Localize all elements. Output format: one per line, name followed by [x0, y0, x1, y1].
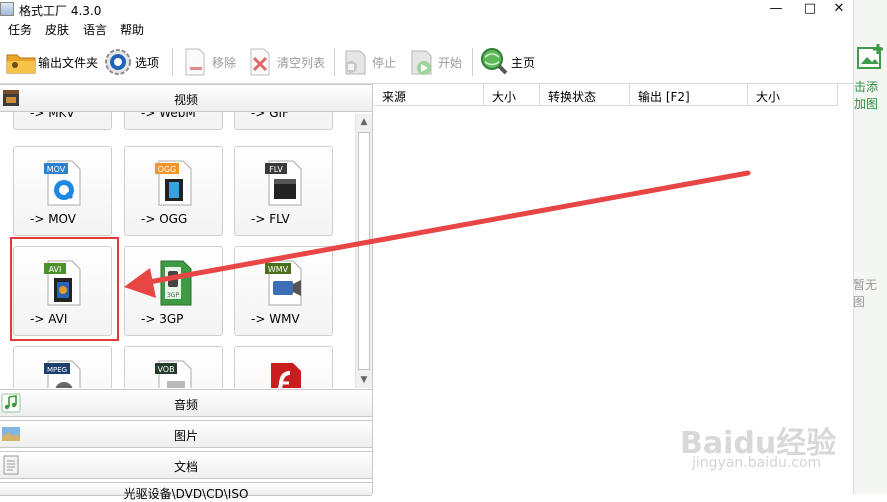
category-document[interactable]: 文档	[0, 451, 372, 479]
stop-button[interactable]: 停止	[340, 45, 396, 79]
column-source[interactable]: 来源	[374, 84, 484, 106]
globe-search-icon	[479, 47, 509, 77]
category-image-label: 图片	[173, 429, 198, 443]
minimize-icon[interactable]: —	[762, 0, 790, 18]
category-audio[interactable]: 音频	[0, 389, 372, 417]
format-tile-mov[interactable]: MOV -> MOV	[13, 146, 112, 236]
format-tile-label: -> MOV	[30, 212, 76, 226]
toolbar-separator	[334, 48, 335, 76]
format-tile-webm[interactable]: -> WebM	[124, 112, 223, 130]
menu-skin[interactable]: 皮肤	[45, 21, 69, 38]
column-output[interactable]: 输出 [F2]	[630, 84, 748, 106]
category-video[interactable]: 视频	[0, 84, 372, 112]
format-tile-label: -> WMV	[251, 312, 300, 326]
mpeg-file-icon: MPEG	[38, 357, 88, 388]
scrollbar-thumb[interactable]	[358, 132, 370, 370]
category-document-label: 文档	[173, 460, 198, 474]
remove-label: 移除	[212, 55, 237, 70]
start-button[interactable]: 开始	[406, 45, 462, 79]
clear-list-label: 清空列表	[277, 55, 326, 70]
vob-file-icon: VOB	[149, 357, 199, 388]
format-tile-label: -> OGG	[141, 212, 188, 226]
options-label: 选项	[135, 55, 160, 70]
clear-list-icon	[245, 47, 275, 77]
format-tile-gif[interactable]: -> GIF	[234, 112, 333, 130]
vob-badge: VOB	[157, 365, 174, 374]
folder-icon	[6, 47, 36, 77]
remove-button[interactable]: 移除	[180, 45, 236, 79]
format-tile-label: -> FLV	[251, 212, 290, 226]
format-tile-vob[interactable]: VOB	[124, 346, 223, 388]
format-tile-ogg[interactable]: OGG -> OGG	[124, 146, 223, 236]
window-title: 格式工厂 4.3.0	[19, 4, 102, 18]
stop-icon	[340, 47, 370, 77]
maximize-icon[interactable]: □	[796, 0, 824, 18]
wmv-badge: WMV	[268, 265, 289, 274]
flv-badge: FLV	[269, 165, 283, 174]
home-label: 主页	[511, 55, 536, 70]
format-tile-swf[interactable]	[234, 346, 333, 388]
category-audio-label: 音频	[173, 398, 198, 412]
start-label: 开始	[438, 55, 463, 70]
menu-task[interactable]: 任务	[8, 21, 32, 38]
scroll-up-icon[interactable]: ▲	[356, 114, 372, 130]
output-folder-label: 输出文件夹	[38, 55, 99, 70]
stop-label: 停止	[372, 55, 397, 70]
toolbar-separator	[172, 48, 173, 76]
add-image-icon[interactable]	[856, 42, 886, 72]
format-tile-label: -> MKV	[30, 112, 75, 120]
3gp-badge: 3GP	[167, 292, 179, 299]
scroll-down-icon[interactable]: ▼	[356, 372, 372, 388]
empty-image-label: 暂无图	[853, 278, 878, 309]
options-button[interactable]: 选项	[103, 45, 159, 79]
menu-help[interactable]: 帮助	[120, 21, 144, 38]
format-tile-wmv[interactable]: WMV -> WMV	[234, 246, 333, 336]
column-status[interactable]: 转换状态	[540, 84, 630, 106]
format-tile-mpeg[interactable]: MPEG	[13, 346, 112, 388]
app-icon	[0, 2, 14, 16]
mov-badge: MOV	[47, 165, 66, 174]
side-panel	[853, 0, 887, 494]
close-icon[interactable]: ✕	[825, 0, 853, 18]
toolbar-separator	[472, 48, 473, 76]
gear-icon	[103, 47, 133, 77]
wmv-file-icon: WMV	[259, 257, 309, 307]
selection-highlight-box	[10, 237, 119, 341]
add-image-label[interactable]: 击添加图	[854, 78, 887, 112]
output-folder-button[interactable]: 输出文件夹	[6, 45, 98, 79]
document-remove-icon	[180, 47, 210, 77]
menu-bar: 任务 皮肤 语言 帮助	[0, 18, 853, 38]
menu-language[interactable]: 语言	[83, 21, 107, 38]
category-video-label: 视频	[173, 93, 198, 107]
format-tile-label: -> WebM	[141, 112, 196, 120]
format-tile-label: -> 3GP	[141, 312, 184, 326]
format-grid-scrollbar[interactable]: ▲ ▼	[355, 114, 372, 388]
format-tile-flv[interactable]: FLV -> FLV	[234, 146, 333, 236]
3gp-file-icon: 3GP	[149, 257, 199, 307]
play-icon	[406, 47, 436, 77]
column-size[interactable]: 大小	[484, 84, 540, 106]
flash-file-icon	[259, 357, 309, 388]
format-tile-label: -> GIF	[251, 112, 289, 120]
format-tile-3gp[interactable]: 3GP -> 3GP	[124, 246, 223, 336]
ogg-badge: OGG	[158, 165, 177, 174]
ogg-file-icon: OGG	[149, 157, 199, 207]
column-output-size[interactable]: 大小	[748, 84, 838, 106]
category-image[interactable]: 图片	[0, 420, 372, 448]
clear-list-button[interactable]: 清空列表	[245, 45, 325, 79]
flv-file-icon: FLV	[259, 157, 309, 207]
mov-file-icon: MOV	[38, 157, 88, 207]
watermark-url: jingyan.baidu.com	[692, 455, 822, 471]
format-tile-mkv[interactable]: -> MKV	[13, 112, 112, 130]
title-bar: 格式工厂 4.3.0 — □ ✕	[0, 0, 853, 18]
home-button[interactable]: 主页	[479, 45, 535, 79]
mpeg-badge: MPEG	[47, 366, 67, 374]
toolbar: 输出文件夹 选项 移除 清空列表 停止 开始 主页	[0, 40, 853, 84]
